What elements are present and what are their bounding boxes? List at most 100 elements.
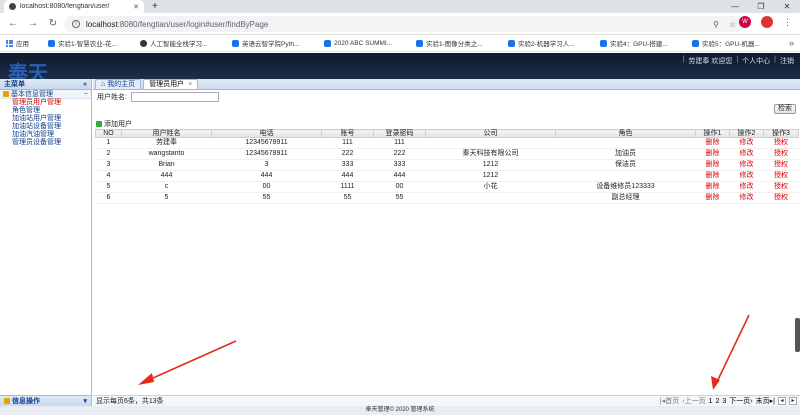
table-row[interactable]: 5 c 00 1111 00 小花 设备维修员123333 删除 修改 授权 (95, 181, 799, 193)
browser-tab[interactable]: localhost:8080/fengtian/user/ ✕ (4, 0, 144, 13)
authorize-link[interactable]: 授权 (763, 170, 799, 182)
table-header-row: NO 用户姓名 电话 账号 登录密码 公司 角色 操作1 操作2 操作3 (95, 129, 799, 138)
page-3-link[interactable]: 3 (722, 398, 726, 405)
edit-link[interactable]: 修改 (729, 159, 764, 171)
table-cell: 6 (95, 192, 122, 204)
new-tab-button[interactable]: + (152, 0, 158, 13)
tab-close-icon[interactable]: ✕ (133, 3, 139, 11)
user-nav: | 劳建奉 欢迎您 | 个人中心 | 注销 (682, 56, 794, 66)
browser-right-controls: W ⋮ (739, 16, 792, 28)
prev-page-button[interactable]: ‹上一页 (682, 396, 705, 406)
delete-link[interactable]: 删除 (695, 159, 730, 171)
zoom-icon[interactable]: ⚲ (713, 20, 719, 29)
tab-home[interactable]: ⌂ 我的主页 (95, 79, 142, 89)
bookmark-item[interactable]: 2020 ABC SUMMI... (324, 39, 412, 47)
add-user-button[interactable]: 添加用户 (104, 119, 132, 129)
tab-admin-users[interactable]: 管理员用户 × (143, 79, 199, 89)
browser-menu-icon[interactable]: ⋮ (783, 17, 792, 28)
close-window-button[interactable]: ✕ (774, 0, 800, 13)
sidebar-item-roles[interactable]: 角色管理 (0, 107, 91, 115)
next-page-button[interactable]: 下一页› (729, 396, 752, 406)
column-header: 角色 (555, 129, 696, 138)
authorize-link[interactable]: 授权 (763, 181, 799, 193)
profile-link[interactable]: 个人中心 (742, 56, 770, 66)
sidebar-info-ops-header[interactable]: 信息操作 ▾ (0, 395, 91, 406)
sidebar-item-station-devices[interactable]: 加油站设备管理 (0, 123, 91, 131)
delete-link[interactable]: 删除 (695, 181, 730, 193)
bookmark-item[interactable]: 实验5：GPU-机器... (692, 38, 780, 48)
delete-link[interactable]: 删除 (695, 137, 730, 149)
bookmark-label: 人工智能全栈学习... (150, 41, 208, 48)
sidebar-item-admin-devices[interactable]: 管理员设备管理 (0, 139, 91, 147)
bookmark-item[interactable]: 实验1-图像分类之... (416, 38, 504, 48)
authorize-link[interactable]: 授权 (763, 137, 799, 149)
wifi-icon (232, 39, 239, 47)
authorize-link[interactable]: 授权 (763, 159, 799, 171)
table-cell: 12345678911 (211, 148, 322, 160)
bookmark-label: 实验1-图像分类之... (426, 41, 483, 48)
bookmark-item[interactable]: 实验4：GPU-搭建... (600, 38, 688, 48)
page-1-link[interactable]: 1 (709, 398, 713, 405)
edit-link[interactable]: 修改 (729, 181, 764, 193)
sidebar-item-station-users[interactable]: 加油站用户管理 (0, 115, 91, 123)
bookmark-item[interactable]: 人工智能全栈学习... (140, 38, 228, 48)
delete-link[interactable]: 删除 (695, 170, 730, 182)
back-arrow-icon[interactable]: ← (8, 18, 18, 29)
authorize-link[interactable]: 授权 (763, 148, 799, 160)
delete-link[interactable]: 删除 (695, 148, 730, 160)
bookmark-item[interactable]: 实验2-机器学习人... (508, 38, 596, 48)
page-up-icon[interactable]: ▸ (789, 397, 797, 405)
site-info-icon[interactable]: i (72, 20, 80, 28)
table-row[interactable]: 2 wangstanto 12345678911 222 222 秦天科技有限公司 加油员删… (95, 148, 799, 160)
reload-icon[interactable]: ↻ (48, 18, 58, 29)
table-row[interactable]: 6 5 55 55 55 副总经理 删除 修改 授权 (95, 192, 799, 204)
folder-icon (4, 398, 10, 405)
table-row[interactable]: 4 444 444 444 444 1212 删除 修改 授权 (95, 170, 799, 182)
column-header: 操作1 (695, 129, 730, 138)
table-row[interactable]: 3 Brian 3 333 333 1212 保洁员 删除 修改 授权 (95, 159, 799, 171)
expand-icon[interactable]: ▾ (83, 397, 87, 405)
extension-icon[interactable] (761, 16, 773, 28)
group-toggle-icon[interactable]: − (84, 91, 88, 98)
table-cell: 3 (211, 159, 322, 171)
forward-arrow-icon[interactable]: → (28, 18, 38, 29)
page-down-icon[interactable]: ◂ (778, 397, 786, 405)
maximize-button[interactable]: ❐ (748, 0, 774, 13)
search-button[interactable]: 检索 (774, 104, 796, 114)
bookmark-star-icon[interactable]: ☆ (729, 20, 736, 29)
page-2-link[interactable]: 2 (716, 398, 720, 405)
bookmarks-overflow-icon[interactable]: » (789, 38, 794, 48)
last-page-button[interactable]: 末页▸| (756, 396, 775, 406)
sidebar-item-gasoline[interactable]: 加油汽油管理 (0, 131, 91, 139)
profile-avatar[interactable]: W (739, 16, 751, 28)
column-header: 电话 (211, 129, 322, 138)
bookmark-label: 应用 (16, 41, 29, 48)
table-cell: 444 (211, 170, 322, 182)
scrollbar-thumb[interactable] (795, 318, 800, 352)
edit-link[interactable]: 修改 (729, 192, 764, 204)
sidebar-item-admin-users[interactable]: 管理员用户管理 (0, 99, 91, 107)
table-row[interactable]: 1 劳建奉 12345678911 111 111 删除 修改 授权 (95, 137, 799, 149)
edit-link[interactable]: 修改 (729, 148, 764, 160)
edit-link[interactable]: 修改 (729, 170, 764, 182)
welcome-text: 劳建奉 欢迎您 (688, 58, 733, 65)
edit-link[interactable]: 修改 (729, 137, 764, 149)
table-cell: 劳建奉 (121, 137, 212, 149)
bookmark-apps[interactable]: 应用 (6, 38, 44, 48)
table-cell: 222 (321, 148, 374, 160)
first-page-button[interactable]: |◂首页 (660, 396, 679, 406)
tab-close-icon[interactable]: × (188, 81, 192, 88)
logout-link[interactable]: 注销 (780, 56, 794, 66)
bookmark-label: 实验1-智慧农业-花... (58, 41, 117, 48)
url-input[interactable]: i localhost:8080/fengtian/user/login#use… (64, 16, 744, 32)
delete-link[interactable]: 删除 (695, 192, 730, 204)
table-cell: 444 (373, 170, 426, 182)
collapse-sidebar-icon[interactable]: « (83, 81, 87, 88)
sidebar-group-basic-info[interactable]: 基本信息管理 − (0, 90, 91, 99)
username-search-input[interactable] (130, 91, 219, 102)
bookmark-item[interactable]: 英语云智学院Pyth... (232, 38, 320, 48)
authorize-link[interactable]: 授权 (763, 192, 799, 204)
bookmark-item[interactable]: 实验1-智慧农业-花... (48, 38, 136, 48)
table-cell: 00 (373, 181, 426, 193)
minimize-button[interactable]: — (722, 0, 748, 13)
